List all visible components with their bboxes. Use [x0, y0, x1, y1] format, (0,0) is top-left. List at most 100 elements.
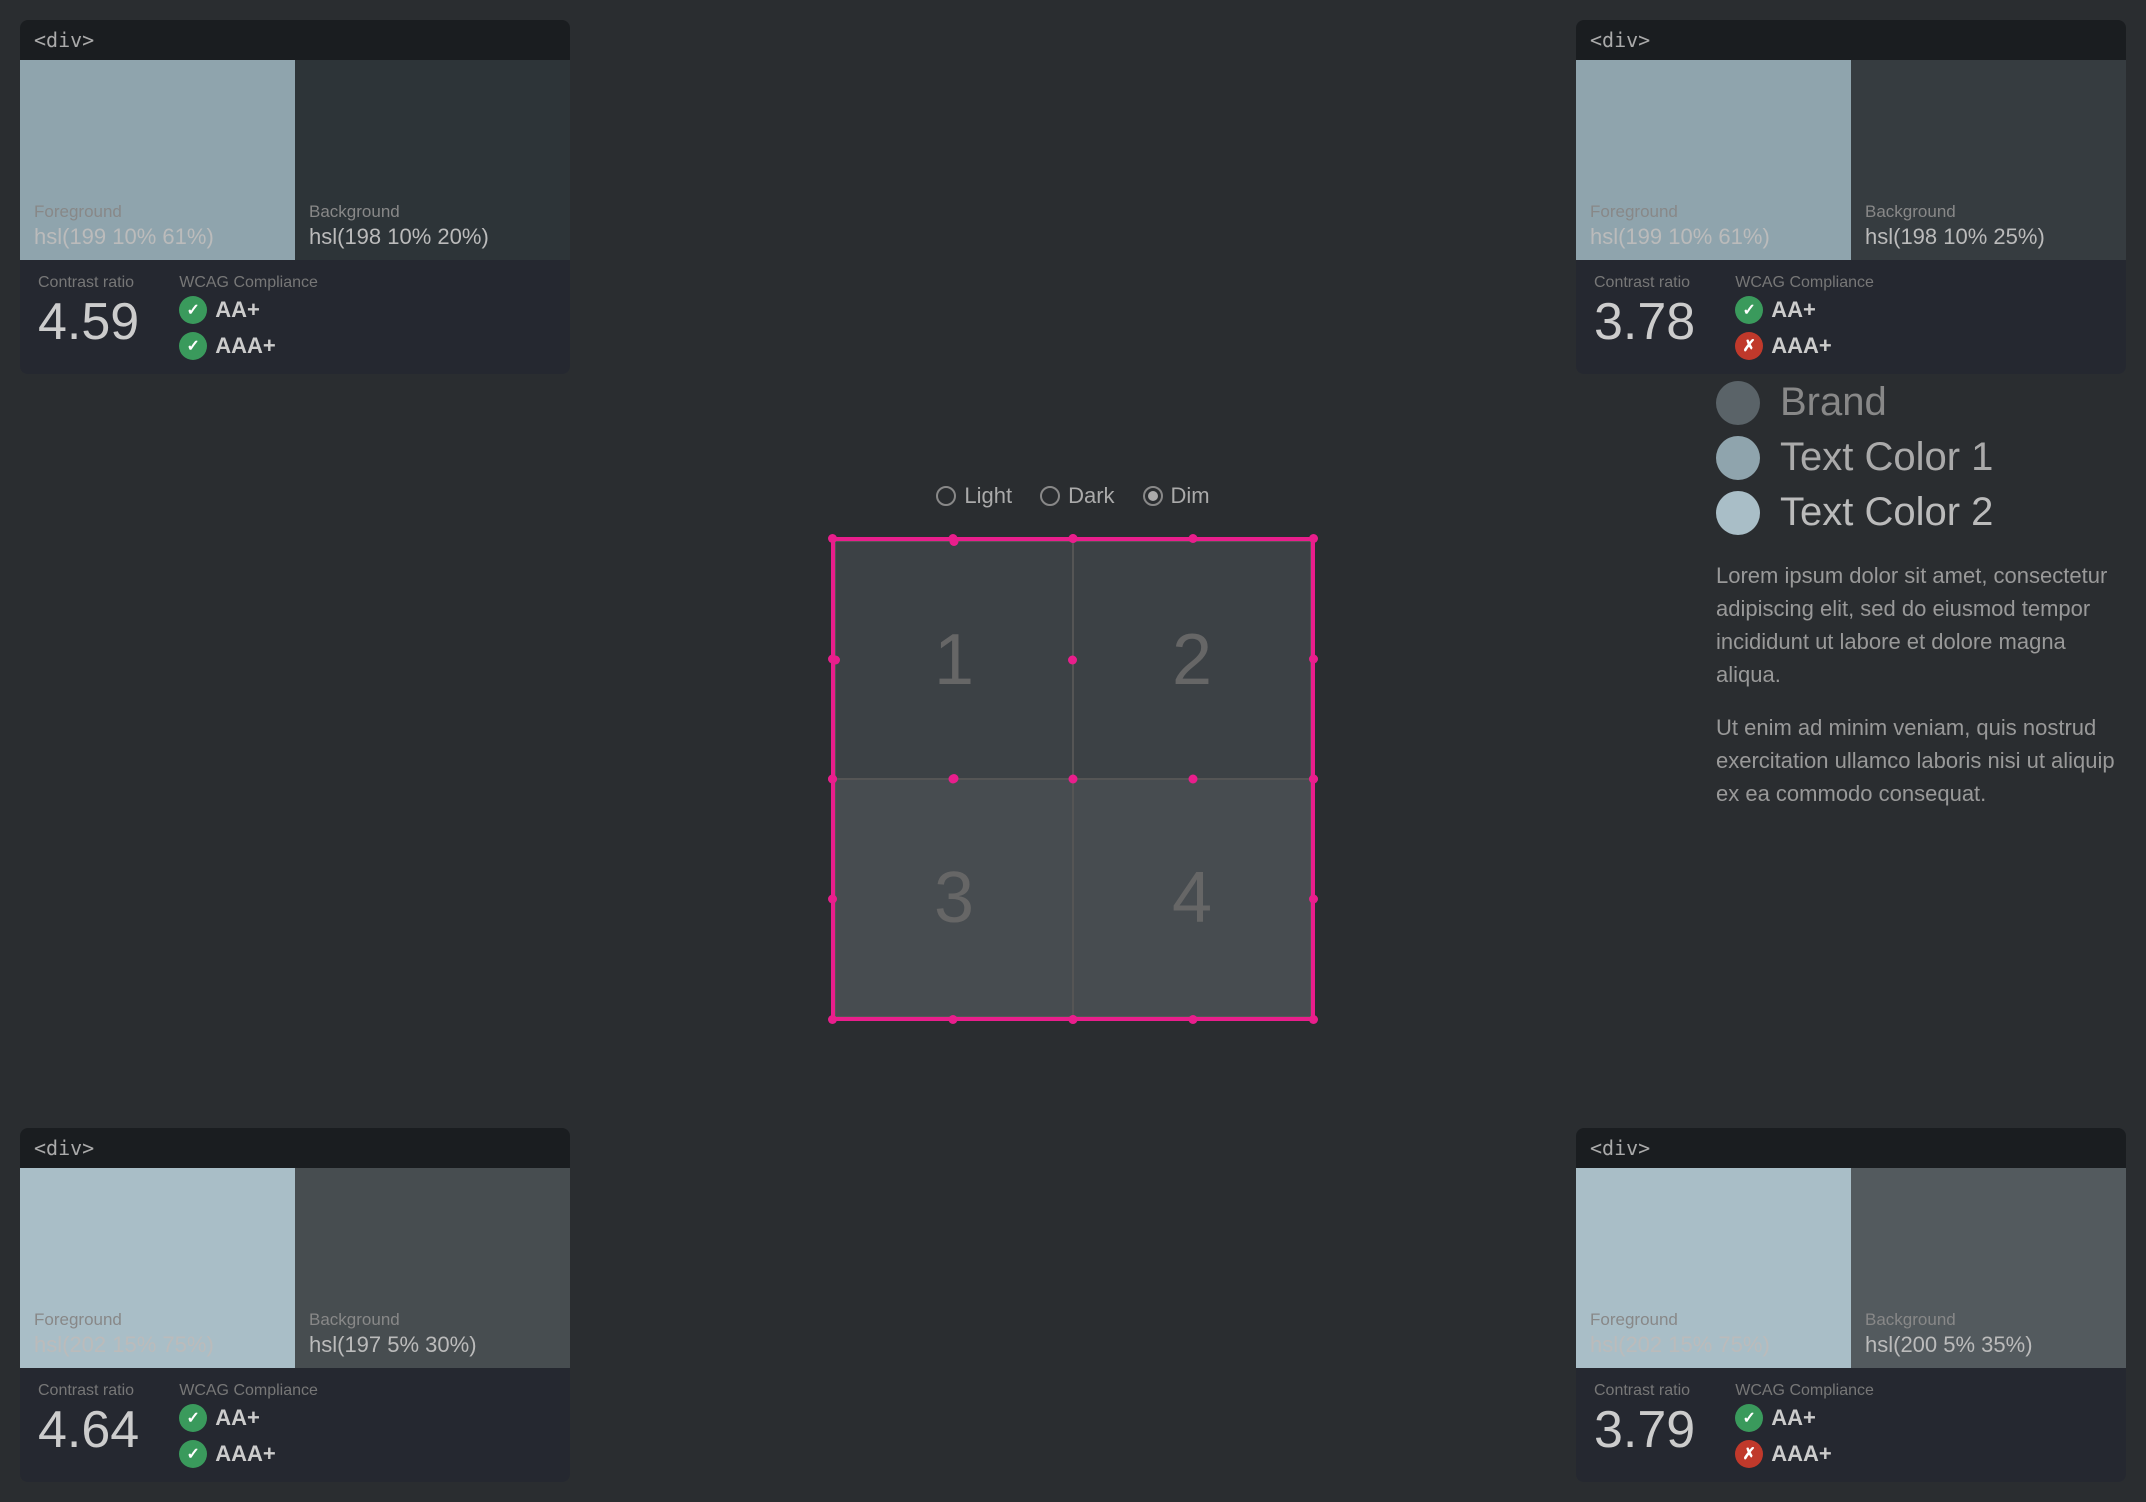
foreground-swatch-tl: Foreground hsl(199 10% 61%) [20, 60, 295, 260]
aaa-text-tl: AAA+ [215, 333, 276, 359]
mid-handle-left [828, 775, 837, 784]
row1-handle-left [828, 655, 837, 664]
fg-value-br: hsl(202 15% 75%) [1590, 1332, 1837, 1358]
fg-label-bl: Foreground [34, 1310, 281, 1330]
card-top-right-title: <div> [1590, 28, 1650, 52]
wcag-aa-tl: ✓ AA+ [179, 296, 318, 324]
fg-value-bl: hsl(202 15% 75%) [34, 1332, 281, 1358]
inner-cross-tl [949, 775, 958, 784]
fg-value-tl: hsl(199 10% 61%) [34, 224, 281, 250]
center-canvas: Light Dark Dim 1 [490, 160, 1656, 1342]
card-bottom-right-title: <div> [1590, 1136, 1650, 1160]
cell-1-label: 1 [934, 619, 974, 701]
cell-2-label: 2 [1172, 619, 1212, 701]
aaa-text-br: AAA+ [1771, 1441, 1832, 1467]
aaa-x-br: ✗ [1735, 1440, 1763, 1468]
wcag-aaa-br: ✗ AAA+ [1735, 1440, 1874, 1468]
text1-label: Text Color 1 [1780, 435, 1993, 480]
aaa-text-tr: AAA+ [1771, 333, 1832, 359]
foreground-swatch-br: Foreground hsl(202 15% 75%) [1576, 1168, 1851, 1368]
wcag-label-br: WCAG Compliance [1735, 1382, 1874, 1400]
contrast-value-br: 3.79 [1594, 1404, 1695, 1456]
fg-label-br: Foreground [1590, 1310, 1837, 1330]
aa-check-bl: ✓ [179, 1404, 207, 1432]
brand-label: Brand [1780, 380, 1887, 425]
card-bottom-left-title: <div> [34, 1136, 94, 1160]
legend-brand: Brand [1716, 380, 2116, 425]
foreground-swatch-bl: Foreground hsl(202 15% 75%) [20, 1168, 295, 1368]
theme-dim[interactable]: Dim [1143, 483, 1210, 509]
mid-handle-top [1069, 534, 1078, 543]
aaa-check-tl: ✓ [179, 332, 207, 360]
text2-circle [1716, 491, 1760, 535]
row3-handle-right [1309, 895, 1318, 904]
theme-light[interactable]: Light [936, 483, 1012, 509]
row1-handle-right [1309, 655, 1318, 664]
theme-dim-label: Dim [1171, 483, 1210, 509]
mid-handle-bottom [1069, 1015, 1078, 1024]
grid-cell-4: 4 [1073, 779, 1311, 1017]
wcag-label-tl: WCAG Compliance [179, 274, 318, 292]
inner-handle-1r [1068, 656, 1077, 665]
background-swatch-br: Background hsl(200 5% 35%) [1851, 1168, 2126, 1368]
brand-circle [1716, 381, 1760, 425]
aa-text-tl: AA+ [215, 297, 260, 323]
grid-cell-3: 3 [835, 779, 1073, 1017]
grid-cell-2: 2 [1073, 541, 1311, 779]
aa-check-tl: ✓ [179, 296, 207, 324]
background-swatch-tr: Background hsl(198 10% 25%) [1851, 60, 2126, 260]
stats-br: Contrast ratio 3.79 WCAG Compliance ✓ AA… [1576, 1368, 2126, 1482]
aaa-text-bl: AAA+ [215, 1441, 276, 1467]
aaa-x-tr: ✗ [1735, 332, 1763, 360]
aa-check-br: ✓ [1735, 1404, 1763, 1432]
theme-light-label: Light [964, 483, 1012, 509]
bg-value-tr: hsl(198 10% 25%) [1865, 224, 2112, 250]
col3-handle-bottom [1189, 1015, 1198, 1024]
wcag-aaa-tr: ✗ AAA+ [1735, 332, 1874, 360]
bg-value-bl: hsl(197 5% 30%) [309, 1332, 556, 1358]
radio-light[interactable] [936, 486, 956, 506]
wcag-aa-br: ✓ AA+ [1735, 1404, 1874, 1432]
cell-4-label: 4 [1172, 857, 1212, 939]
legend-text1: Text Color 1 [1716, 435, 2116, 480]
theme-selector: Light Dark Dim [936, 483, 1209, 509]
bg-label-br: Background [1865, 1310, 2112, 1330]
aaa-check-bl: ✓ [179, 1440, 207, 1468]
stats-tr: Contrast ratio 3.78 WCAG Compliance ✓ AA… [1576, 260, 2126, 374]
background-swatch-bl: Background hsl(197 5% 30%) [295, 1168, 570, 1368]
contrast-label-bl: Contrast ratio [38, 1382, 139, 1400]
wcag-label-tr: WCAG Compliance [1735, 274, 1874, 292]
stats-bl: Contrast ratio 4.64 WCAG Compliance ✓ AA… [20, 1368, 570, 1482]
radio-dim[interactable] [1143, 486, 1163, 506]
card-top-left: <div> Foreground hsl(199 10% 61%) Backgr… [20, 20, 570, 374]
wcag-aa-bl: ✓ AA+ [179, 1404, 318, 1432]
card-top-right: <div> Foreground hsl(199 10% 61%) Backgr… [1576, 20, 2126, 374]
aa-text-bl: AA+ [215, 1405, 260, 1431]
wcag-aaa-tl: ✓ AAA+ [179, 332, 318, 360]
wcag-aaa-bl: ✓ AAA+ [179, 1440, 318, 1468]
contrast-label-br: Contrast ratio [1594, 1382, 1695, 1400]
bg-label-bl: Background [309, 1310, 556, 1330]
card-bottom-left: <div> Foreground hsl(202 15% 75%) Backgr… [20, 1128, 570, 1482]
row3-handle-left [828, 895, 837, 904]
col1-handle-top [949, 534, 958, 543]
bg-label-tr: Background [1865, 202, 2112, 222]
theme-dark[interactable]: Dark [1040, 483, 1114, 509]
body-text-2: Ut enim ad minim veniam, quis nostrud ex… [1716, 711, 2116, 810]
aa-text-tr: AA+ [1771, 297, 1816, 323]
radio-dark[interactable] [1040, 486, 1060, 506]
stats-tl: Contrast ratio 4.59 WCAG Compliance ✓ AA… [20, 260, 570, 374]
contrast-label-tl: Contrast ratio [38, 274, 139, 292]
mid-handle-right [1309, 775, 1318, 784]
bg-value-br: hsl(200 5% 35%) [1865, 1332, 2112, 1358]
text1-circle [1716, 436, 1760, 480]
grid-wrapper: 1 2 3 4 [833, 539, 1313, 1019]
body-text-1: Lorem ipsum dolor sit amet, consectetur … [1716, 559, 2116, 691]
inner-cross-tr [1189, 775, 1198, 784]
grid-cell-1: 1 [835, 541, 1073, 779]
wcag-aa-tr: ✓ AA+ [1735, 296, 1874, 324]
contrast-value-bl: 4.64 [38, 1404, 139, 1456]
card-bottom-right: <div> Foreground hsl(202 15% 75%) Backgr… [1576, 1128, 2126, 1482]
legend-panel: Brand Text Color 1 Text Color 2 Lorem ip… [1716, 380, 2116, 830]
cell-3-label: 3 [934, 857, 974, 939]
